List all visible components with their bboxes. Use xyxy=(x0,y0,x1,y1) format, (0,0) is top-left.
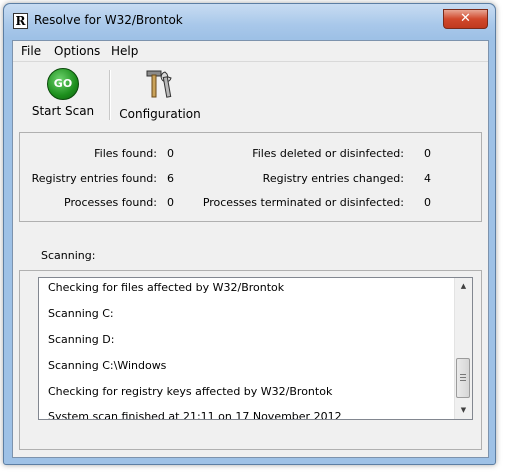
files-deleted-label: Files deleted or disinfected: xyxy=(252,147,404,160)
registry-found-label: Registry entries found: xyxy=(31,172,157,185)
tools-icon xyxy=(146,70,172,98)
start-scan-button[interactable]: GO Start Scan xyxy=(31,68,95,118)
files-found-value: 0 xyxy=(167,147,174,160)
log-scrollbar[interactable]: ▲ ▼ xyxy=(454,278,472,419)
log-line: System scan finished at 21:11 on 17 Nove… xyxy=(48,410,342,420)
close-icon: ✕ xyxy=(460,11,471,26)
processes-found-label: Processes found: xyxy=(64,196,157,209)
title-bar[interactable]: R Resolve for W32/Brontok ✕ xyxy=(4,4,495,38)
processes-found-value: 0 xyxy=(167,196,174,209)
log-line: Checking for files affected by W32/Bront… xyxy=(48,281,285,294)
configuration-button[interactable]: Configuration xyxy=(117,68,203,121)
registry-changed-value: 4 xyxy=(424,172,431,185)
log-line: Checking for registry keys affected by W… xyxy=(48,385,333,398)
close-button[interactable]: ✕ xyxy=(443,9,488,29)
processes-terminated-value: 0 xyxy=(424,196,431,209)
menu-file[interactable]: File xyxy=(21,44,41,58)
menu-help[interactable]: Help xyxy=(111,44,138,58)
registry-found-value: 6 xyxy=(167,172,174,185)
app-icon[interactable]: R xyxy=(13,13,28,29)
start-scan-label: Start Scan xyxy=(31,104,95,118)
processes-terminated-label: Processes terminated or disinfected: xyxy=(202,196,404,209)
scan-log[interactable]: Checking for files affected by W32/Bront… xyxy=(38,277,473,420)
registry-changed-label: Registry entries changed: xyxy=(262,172,404,185)
window-title: Resolve for W32/Brontok xyxy=(34,13,183,27)
go-icon: GO xyxy=(47,68,79,100)
scroll-down-icon[interactable]: ▼ xyxy=(455,402,472,419)
menu-bar: File Options Help xyxy=(13,41,488,62)
files-found-label: Files found: xyxy=(94,147,157,160)
files-deleted-value: 0 xyxy=(424,147,431,160)
log-line: Scanning D: xyxy=(48,333,115,346)
log-line: Scanning C:\Windows xyxy=(48,359,167,372)
log-line: Scanning C: xyxy=(48,307,114,320)
scroll-thumb[interactable] xyxy=(456,358,470,398)
stats-panel: Files found: 0 Registry entries found: 6… xyxy=(19,132,482,222)
menu-options[interactable]: Options xyxy=(54,44,100,58)
toolbar: GO Start Scan Configuration xyxy=(13,62,488,124)
configuration-label: Configuration xyxy=(119,107,201,121)
scanning-label: Scanning: xyxy=(41,249,96,262)
scroll-up-icon[interactable]: ▲ xyxy=(455,278,472,295)
toolbar-separator xyxy=(109,70,111,120)
